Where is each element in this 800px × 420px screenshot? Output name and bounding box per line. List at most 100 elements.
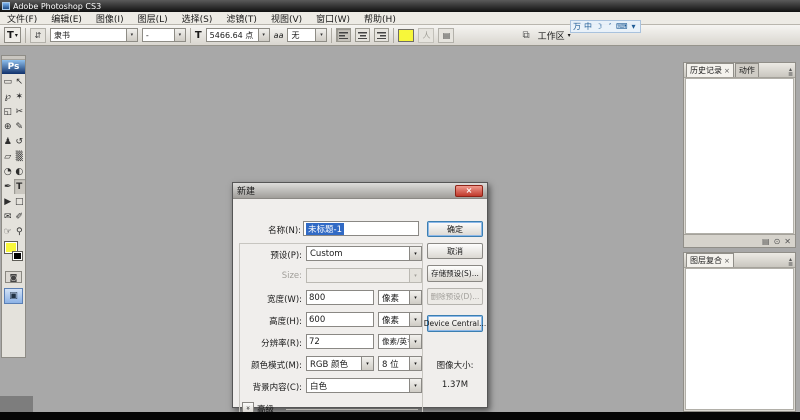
- font-size-select[interactable]: 5466.64 点 ▾: [206, 28, 270, 42]
- crop-tool[interactable]: ◱: [2, 104, 14, 119]
- notes-icon: ✉: [4, 212, 12, 222]
- cancel-button[interactable]: 取消: [427, 243, 483, 259]
- tab-history[interactable]: 历史记录 ×: [686, 63, 734, 77]
- dialog-titlebar[interactable]: 新建 ×: [233, 183, 487, 199]
- healing-brush-tool[interactable]: ⊕: [2, 119, 14, 134]
- menu-view[interactable]: 视图(V): [264, 12, 309, 25]
- tool-options-bar: T ▾ ⇵ 隶书 ▾ - ▾ T 5466.64 点 ▾ aa 无 ▾ 人 ▤ …: [0, 25, 800, 46]
- slice-tool[interactable]: ✂: [14, 104, 26, 119]
- ime-halfwidth-icon[interactable]: ☽: [594, 22, 604, 31]
- clone-stamp-tool[interactable]: ♟: [2, 134, 14, 149]
- color-mode-select[interactable]: RGB 颜色 ▾: [306, 356, 374, 371]
- hand-tool[interactable]: ☞: [2, 224, 14, 239]
- align-left-button[interactable]: [336, 28, 351, 42]
- workspace-button[interactable]: 工作区 ▾: [534, 28, 575, 43]
- name-value-selected: 未标题-1: [306, 223, 344, 235]
- height-input[interactable]: 600: [306, 312, 374, 327]
- history-list: [685, 78, 794, 234]
- height-unit-select[interactable]: 像素 ▾: [378, 312, 422, 327]
- close-icon[interactable]: ×: [724, 67, 730, 75]
- ok-button[interactable]: 确定: [427, 221, 483, 237]
- shape-tool[interactable]: □: [14, 194, 26, 209]
- resolution-unit-select[interactable]: 像素/英寸 ▾: [378, 334, 422, 349]
- history-brush-tool[interactable]: ↺: [14, 134, 26, 149]
- blur-tool[interactable]: ◔: [2, 164, 14, 179]
- resolution-input[interactable]: 72: [306, 334, 374, 349]
- magic-wand-tool[interactable]: ✶: [14, 89, 26, 104]
- lasso-tool[interactable]: ℘: [2, 89, 14, 104]
- zoom-tool[interactable]: ⚲: [14, 224, 26, 239]
- menu-window[interactable]: 窗口(W): [309, 12, 357, 25]
- color-mode-value: RGB 颜色: [307, 358, 361, 370]
- font-family-select[interactable]: 隶书 ▾: [50, 28, 138, 42]
- font-style-select[interactable]: - ▾: [142, 28, 186, 42]
- gradient-tool[interactable]: ▒: [14, 149, 26, 164]
- background-contents-select[interactable]: 白色 ▾: [306, 378, 422, 393]
- divider: [331, 28, 332, 43]
- background-contents-value: 白色: [307, 380, 409, 392]
- ime-options-icon[interactable]: ▾: [629, 22, 639, 31]
- active-tool-button[interactable]: T ▾: [4, 27, 21, 43]
- new-document-from-state-icon[interactable]: ▤: [762, 237, 770, 246]
- align-right-button[interactable]: [374, 28, 389, 42]
- menu-file[interactable]: 文件(F): [0, 12, 44, 25]
- menu-select[interactable]: 选择(S): [175, 12, 220, 25]
- palettes-toggle-icon[interactable]: ▤: [438, 28, 454, 43]
- panel-menu-button[interactable]: ▴ ≣: [788, 257, 793, 267]
- delete-icon[interactable]: ✕: [784, 237, 791, 246]
- path-selection-tool[interactable]: ▶: [2, 194, 14, 209]
- chevron-down-icon: ▾: [409, 313, 421, 326]
- align-center-icon: [358, 31, 367, 39]
- dodge-tool[interactable]: ◐: [14, 164, 26, 179]
- magic-wand-icon: ✶: [15, 92, 23, 102]
- width-input[interactable]: 800: [306, 290, 374, 305]
- align-center-button[interactable]: [355, 28, 370, 42]
- menu-filter[interactable]: 滤镜(T): [219, 12, 264, 25]
- chevron-down-icon: ▾: [15, 32, 18, 39]
- background-color-swatch[interactable]: [12, 251, 23, 261]
- notes-tool[interactable]: ✉: [2, 209, 14, 224]
- expander-icon: »: [244, 406, 252, 410]
- eraser-tool[interactable]: ▱: [2, 149, 14, 164]
- menu-layer[interactable]: 图层(L): [131, 12, 175, 25]
- name-input[interactable]: 未标题-1: [303, 221, 419, 236]
- quick-mask-icon: ◙: [10, 273, 18, 282]
- bridge-icon[interactable]: ⧉: [522, 30, 529, 41]
- type-icon: T: [16, 182, 22, 192]
- bit-depth-select[interactable]: 8 位 ▾: [378, 356, 422, 371]
- pen-tool[interactable]: ✒: [2, 179, 14, 194]
- ime-input-mode-icon[interactable]: 万: [572, 21, 582, 32]
- panel-menu-icon: ≣: [788, 262, 793, 267]
- device-central-button[interactable]: Device Central...: [427, 315, 483, 332]
- size-select: ▾: [306, 268, 422, 283]
- quick-mask-button[interactable]: ◙: [5, 271, 22, 283]
- ime-keyboard-icon[interactable]: ⌨: [616, 22, 628, 31]
- text-orientation-icon[interactable]: ⇵: [30, 28, 46, 43]
- ime-punctuation-icon[interactable]: ’: [605, 22, 615, 31]
- move-tool[interactable]: ↖: [14, 74, 26, 89]
- preset-select[interactable]: Custom ▾: [306, 246, 422, 261]
- width-unit-select[interactable]: 像素 ▾: [378, 290, 422, 305]
- menu-edit[interactable]: 编辑(E): [44, 12, 89, 25]
- eyedropper-tool[interactable]: ✐: [14, 209, 26, 224]
- text-color-swatch[interactable]: [398, 29, 414, 42]
- menu-image[interactable]: 图像(I): [89, 12, 131, 25]
- chevron-down-icon: ▾: [409, 291, 421, 304]
- menu-help[interactable]: 帮助(H): [357, 12, 403, 25]
- type-tool[interactable]: T: [14, 179, 26, 194]
- screen-mode-button[interactable]: ▣: [4, 288, 23, 304]
- close-icon[interactable]: ×: [724, 257, 730, 265]
- ime-chinese-mode-icon[interactable]: 中: [583, 21, 593, 32]
- panel-menu-button[interactable]: ▴ ≣: [788, 67, 793, 77]
- dialog-close-button[interactable]: ×: [455, 185, 483, 197]
- chevron-down-icon: ▾: [409, 335, 421, 348]
- tab-actions[interactable]: 动作: [735, 63, 759, 77]
- rectangular-marquee-tool[interactable]: ▭: [2, 74, 14, 89]
- save-preset-button[interactable]: 存储预设(S)...: [427, 265, 483, 282]
- tab-layer-comps[interactable]: 图层复合 ×: [686, 253, 734, 267]
- new-snapshot-icon[interactable]: ⊙: [774, 237, 781, 246]
- anti-alias-select[interactable]: 无 ▾: [287, 28, 327, 42]
- brush-tool[interactable]: ✎: [14, 119, 26, 134]
- resolution-unit-value: 像素/英寸: [379, 336, 409, 347]
- path-selection-icon: ▶: [4, 197, 11, 207]
